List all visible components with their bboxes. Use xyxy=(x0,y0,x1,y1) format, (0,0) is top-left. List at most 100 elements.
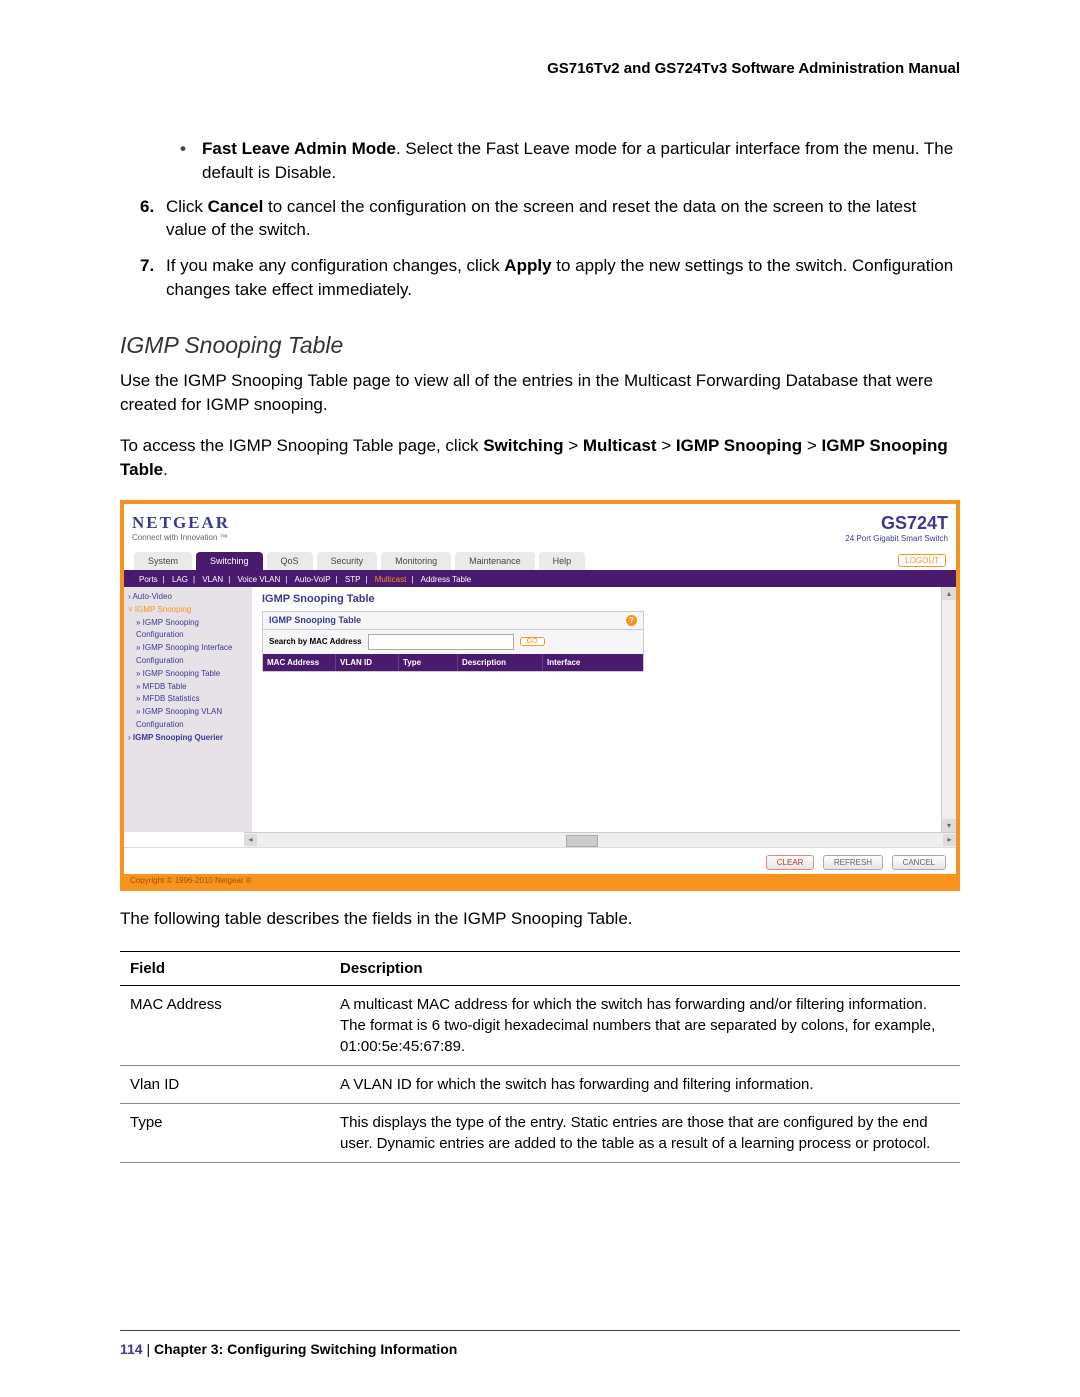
embedded-screenshot: NETGEAR Connect with Innovation ™ GS724T… xyxy=(120,500,960,891)
sidebar-item-auto-video[interactable]: › Auto-Video xyxy=(128,591,246,604)
chapter-label: Chapter 3: Configuring Switching Informa… xyxy=(154,1341,457,1357)
cell-field: Vlan ID xyxy=(120,1065,330,1103)
sidebar-item-igmp-vlan[interactable]: » IGMP Snooping VLAN Configuration xyxy=(128,706,246,732)
para-intro: Use the IGMP Snooping Table page to view… xyxy=(120,369,960,417)
page-header: GS716Tv2 and GS724Tv3 Software Administr… xyxy=(120,60,960,77)
p2-g2: > xyxy=(657,436,676,455)
search-input[interactable] xyxy=(368,634,514,650)
panel-title: IGMP Snooping Table xyxy=(269,615,361,625)
table-header: MAC Address VLAN ID Type Description Int… xyxy=(263,654,643,671)
p2-g3: > xyxy=(802,436,821,455)
bullet-marker: • xyxy=(180,137,186,161)
step6-num: 6. xyxy=(140,195,154,219)
p2-g1: > xyxy=(563,436,582,455)
p2-b2: Multicast xyxy=(583,436,657,455)
help-icon[interactable]: ? xyxy=(626,615,637,626)
model-name: GS724T xyxy=(845,513,948,534)
step7-bold: Apply xyxy=(504,256,551,275)
subnav-auto-voip[interactable]: Auto-VoIP xyxy=(290,575,336,584)
scroll-right-icon[interactable]: ▸ xyxy=(943,834,956,846)
cancel-button[interactable]: CANCEL xyxy=(892,855,946,870)
vertical-scrollbar[interactable]: ▴ ▾ xyxy=(941,587,956,832)
hscroll-thumb[interactable] xyxy=(566,835,598,847)
step6-post: to cancel the configuration on the scree… xyxy=(166,197,916,240)
sidebar-item-igmp-snooping[interactable]: ˅ IGMP Snooping xyxy=(128,604,246,617)
cell-desc: A multicast MAC address for which the sw… xyxy=(330,985,960,1065)
clear-button[interactable]: CLEAR xyxy=(766,855,815,870)
tab-security[interactable]: Security xyxy=(317,552,378,570)
brand-logo: NETGEAR xyxy=(132,513,230,533)
step-6: 6. Click Cancel to cancel the configurat… xyxy=(140,195,960,243)
subnav-vlan[interactable]: VLAN xyxy=(197,575,228,584)
refresh-button[interactable]: REFRESH xyxy=(823,855,883,870)
model-sub: 24 Port Gigabit Smart Switch xyxy=(845,534,948,543)
scroll-left-icon[interactable]: ◂ xyxy=(244,834,257,846)
sb-lbl-0: Auto-Video xyxy=(132,592,171,601)
sidebar: › Auto-Video ˅ IGMP Snooping » IGMP Snoo… xyxy=(124,587,252,832)
tab-monitoring[interactable]: Monitoring xyxy=(381,552,451,570)
model-block: GS724T 24 Port Gigabit Smart Switch xyxy=(845,513,948,543)
p2-post: . xyxy=(163,460,168,479)
table-row: Type This displays the type of the entry… xyxy=(120,1103,960,1162)
subnav-ports[interactable]: Ports xyxy=(134,575,163,584)
horizontal-scrollbar[interactable]: ◂ ▸ xyxy=(244,832,956,847)
logout-button[interactable]: LOGOUT xyxy=(898,554,946,567)
step7-num: 7. xyxy=(140,254,154,278)
p2-b1: Switching xyxy=(483,436,563,455)
tab-switching[interactable]: Switching xyxy=(196,552,263,570)
table-row: Vlan ID A VLAN ID for which the switch h… xyxy=(120,1065,960,1103)
page-number: 114 xyxy=(120,1341,143,1357)
bullet-fast-leave: • Fast Leave Admin Mode. Select the Fast… xyxy=(180,137,960,185)
tab-help[interactable]: Help xyxy=(539,552,586,570)
sb-lbl-1: IGMP Snooping xyxy=(135,605,191,614)
subnav-multicast[interactable]: Multicast xyxy=(370,575,412,584)
col-iface: Interface xyxy=(543,654,643,671)
sub-nav: Ports| LAG| VLAN| Voice VLAN| Auto-VoIP|… xyxy=(124,572,956,587)
hscroll-track[interactable] xyxy=(257,834,943,846)
scroll-down-icon[interactable]: ▾ xyxy=(942,819,956,832)
col-vlan: VLAN ID xyxy=(336,654,399,671)
tab-maintenance[interactable]: Maintenance xyxy=(455,552,535,570)
cell-desc: This displays the type of the entry. Sta… xyxy=(330,1103,960,1162)
col-type: Type xyxy=(399,654,458,671)
p2-b3: IGMP Snooping xyxy=(676,436,802,455)
go-button[interactable]: GO xyxy=(520,637,545,646)
field-table: Field Description MAC Address A multicas… xyxy=(120,951,960,1163)
sidebar-item-igmp-iface[interactable]: » IGMP Snooping Interface Configuration xyxy=(128,642,246,668)
subnav-voice-vlan[interactable]: Voice VLAN xyxy=(233,575,286,584)
brand-block: NETGEAR Connect with Innovation ™ xyxy=(132,513,230,542)
cell-field: Type xyxy=(120,1103,330,1162)
step7-pre: If you make any configuration changes, c… xyxy=(166,256,504,275)
sidebar-item-querier[interactable]: › IGMP Snooping Querier xyxy=(128,732,246,745)
brand-tagline: Connect with Innovation ™ xyxy=(132,533,230,542)
sidebar-item-igmp-table[interactable]: » IGMP Snooping Table xyxy=(128,668,246,681)
step6-pre: Click xyxy=(166,197,208,216)
sb-lbl-8: IGMP Snooping Querier xyxy=(133,733,223,742)
sidebar-item-igmp-config[interactable]: » IGMP Snooping Configuration xyxy=(128,617,246,643)
step6-bold: Cancel xyxy=(208,197,264,216)
subnav-lag[interactable]: LAG xyxy=(167,575,193,584)
panel: IGMP Snooping Table ? Search by MAC Addr… xyxy=(262,611,644,672)
table-row: MAC Address A multicast MAC address for … xyxy=(120,985,960,1065)
cell-desc: A VLAN ID for which the switch has forwa… xyxy=(330,1065,960,1103)
p2-pre: To access the IGMP Snooping Table page, … xyxy=(120,436,483,455)
cell-field: MAC Address xyxy=(120,985,330,1065)
bullet-label: Fast Leave Admin Mode xyxy=(202,139,396,158)
th-field: Field xyxy=(120,951,330,985)
subnav-stp[interactable]: STP xyxy=(340,575,366,584)
screenshot-footer: CLEAR REFRESH CANCEL xyxy=(124,847,956,874)
scroll-up-icon[interactable]: ▴ xyxy=(942,587,956,600)
copyright: Copyright © 1996-2010 Netgear ® xyxy=(124,874,956,887)
tab-qos[interactable]: QoS xyxy=(267,552,313,570)
step-7: 7. If you make any configuration changes… xyxy=(140,254,960,302)
tab-system[interactable]: System xyxy=(134,552,192,570)
footer-sep: | xyxy=(143,1341,154,1357)
subnav-address-table[interactable]: Address Table xyxy=(416,575,477,584)
col-desc: Description xyxy=(458,654,543,671)
page-footer: 114 | Chapter 3: Configuring Switching I… xyxy=(120,1330,960,1357)
search-label: Search by MAC Address xyxy=(269,637,362,646)
col-mac: MAC Address xyxy=(263,654,336,671)
main-title: IGMP Snooping Table xyxy=(262,593,946,605)
sidebar-item-mfdb-table[interactable]: » MFDB Table xyxy=(128,681,246,694)
sidebar-item-mfdb-stats[interactable]: » MFDB Statistics xyxy=(128,693,246,706)
